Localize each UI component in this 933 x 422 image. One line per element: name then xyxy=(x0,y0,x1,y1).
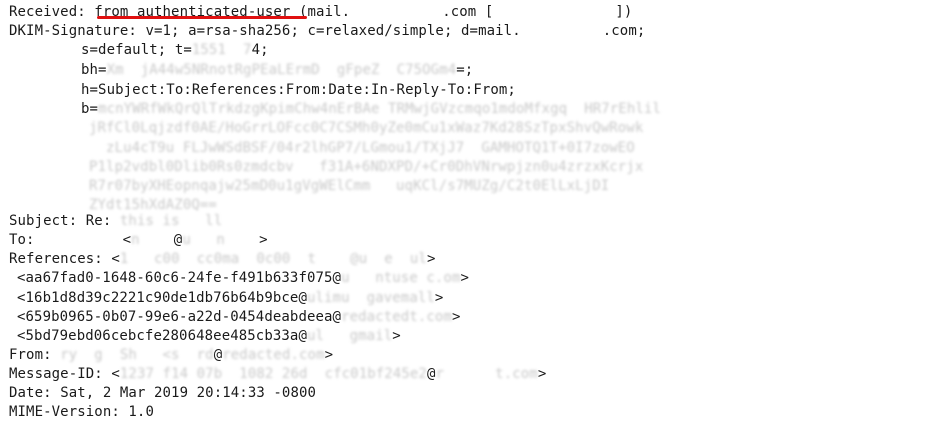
dkim-b-line: b=mcnYWRfWkQrQlTrkdzgKpimChw4nErBAe TRMw… xyxy=(81,99,661,119)
mime-label: MIME-Version: xyxy=(9,404,120,420)
dkim-sig-line-4: P1lp2vdbl0Dlib0Rs0zmdcbv f31A+6NDXPD/+Cr… xyxy=(89,157,643,177)
reference-item: <5bd79ebd06cebcfe280648ee485cb33a@ul gma… xyxy=(17,326,401,346)
reference-close: > xyxy=(392,328,401,344)
reference-item: <16b1d8d39c2221c90de1db76b64b9bce@ulimu … xyxy=(17,288,443,308)
redacted-block xyxy=(520,24,603,38)
blurred-signature: jRfCl0Lqjzdf0AE/HoGrrLOFcc0C7CSMh0yZe0mC… xyxy=(89,120,644,136)
blurred-domain: u ntuse c.om xyxy=(341,270,461,286)
dkim-sig-line-3: zLu4cT9u FLJwWSdBSF/04r2lhGP7/LGmou1/TXj… xyxy=(89,138,635,158)
reference-id: <16b1d8d39c2221c90de1db76b64b9bce@ xyxy=(17,290,307,306)
dkim-sig-line-5: R7r07byXHEopnqajw25mD0u1gVgWElCmm uqKCl/… xyxy=(89,176,609,196)
references-line: References: <1 c00 cc0ma 0c00 t @u e ul> xyxy=(9,251,436,267)
from-at: @ xyxy=(213,347,223,363)
dkim-text: DKIM-Signature: v=1; a=rsa-sha256; c=rel… xyxy=(9,23,521,39)
received-line: Received: from authenticated-user (mail.… xyxy=(9,2,632,22)
red-underline-annotation xyxy=(97,16,307,19)
reference-close: > xyxy=(434,290,444,306)
redacted-block xyxy=(493,5,616,19)
dkim-b-label: b= xyxy=(81,101,99,117)
blurred-subject: this is ll xyxy=(119,213,223,229)
dkim-s-line: s=default; t=1551 74; xyxy=(81,40,269,60)
reference-id: <aa67fad0-1648-60c6-24fe-f491b633f075@ xyxy=(17,270,342,286)
dkim-s-text: s=default; t= xyxy=(81,42,192,58)
from-label: From: xyxy=(9,347,52,363)
reference-item: <659b0965-0b07-99e6-a22d-0454deabdeea@re… xyxy=(17,307,461,327)
reference-item: <aa67fad0-1648-60c6-24fe-f491b633f075@u … xyxy=(17,268,469,288)
blurred-domain: redacted.com xyxy=(222,347,325,363)
message-id-label: Message-ID: xyxy=(9,366,103,382)
reference-id: <659b0965-0b07-99e6-a22d-0454deabdeea@ xyxy=(17,309,342,325)
subject-line: Subject: Re: this is ll xyxy=(9,211,222,231)
dkim-bh-label: bh= xyxy=(81,62,107,78)
received-host-suffix: .com [ xyxy=(442,4,494,20)
dkim-text-end: .com; xyxy=(602,23,646,39)
reference-id: <5bd79ebd06cebcfe280648ee485cb33a@ xyxy=(17,328,307,344)
dkim-h-line: h=Subject:To:References:From:Date:In-Rep… xyxy=(81,82,516,98)
blurred-domain: ul gmail xyxy=(306,328,393,344)
message-id-open: < xyxy=(111,366,120,382)
date-line: Date: Sat, 2 Mar 2019 20:14:33 -0800 xyxy=(9,383,316,403)
from-close: > xyxy=(324,347,334,363)
blurred-domain: ulimu gavemall xyxy=(306,290,435,306)
mime-version-line: MIME-Version: 1.0 xyxy=(9,402,154,422)
dkim-bh-tail: =; xyxy=(456,62,474,78)
blurred-signature: mcnYWRfWkQrQlTrkdzgKpimChw4nErBAe TRMwjG… xyxy=(98,101,661,117)
blurred-address: n xyxy=(131,232,174,248)
blurred-signature: R7r07byXHEopnqajw25mD0u1gVgWElCmm uqKCl/… xyxy=(89,178,610,194)
dkim-bh-line: bh=Xm jA44w5NRnotRgPEaLErmD gFpeZ C75OGm… xyxy=(81,60,473,80)
dkim-sig-line-2: jRfCl0Lqjzdf0AE/HoGrrLOFcc0C7CSMh0yZe0mC… xyxy=(89,118,643,138)
reference-close: > xyxy=(451,309,461,325)
to-open: < xyxy=(122,232,132,248)
blurred-message-id: 1237 f14 07b 1082 26d cfc01bf245e2 xyxy=(119,366,427,382)
blurred-domain: r t.com xyxy=(435,366,538,382)
blurred-name: ry g Sh <s rd xyxy=(60,347,214,363)
blurred-ref: 1 c00 cc0ma 0c00 t @u e ul xyxy=(119,251,427,267)
blurred-signature: zLu4cT9u FLJwWSdBSF/04r2lhGP7/LGmou1/TXj… xyxy=(89,140,635,156)
to-line: To: <n @u n > xyxy=(9,230,268,250)
received-label: Received: xyxy=(9,4,86,20)
blurred-domain: u n xyxy=(182,232,260,248)
blurred-timestamp: 1551 7 xyxy=(191,42,252,58)
blurred-signature: P1lp2vdbl0Dlib0Rs0zmdcbv f31A+6NDXPD/+Cr… xyxy=(89,159,644,175)
from-line: From: ry g Sh <s rd@redacted.com> xyxy=(9,345,333,365)
message-id-line: Message-ID: <1237 f14 07b 1082 26d cfc01… xyxy=(9,364,546,384)
dkim-line-1: DKIM-Signature: v=1; a=rsa-sha256; c=rel… xyxy=(9,21,645,41)
reference-close: > xyxy=(460,270,470,286)
received-ip-end: ]) xyxy=(615,4,633,20)
redacted-block xyxy=(350,5,443,19)
message-id-close: > xyxy=(537,366,547,382)
to-label: To: xyxy=(9,232,35,248)
blurred-hash: Xm jA44w5NRnotRgPEaLErmD gFpeZ C75OGm4 xyxy=(106,62,457,78)
mime-value: 1.0 xyxy=(128,404,154,420)
date-label: Date: xyxy=(9,385,52,401)
redacted-block xyxy=(34,233,123,247)
ref-first-open: < xyxy=(111,251,120,267)
blurred-domain: redactedt.com xyxy=(341,309,452,325)
subject-label: Subject: xyxy=(9,213,78,229)
date-value: Sat, 2 Mar 2019 20:14:33 -0800 xyxy=(60,385,317,401)
subject-prefix: Re: xyxy=(85,213,112,229)
to-close: > xyxy=(259,232,268,248)
dkim-s-tail: 4; xyxy=(251,42,269,58)
references-label: References: xyxy=(9,251,103,267)
